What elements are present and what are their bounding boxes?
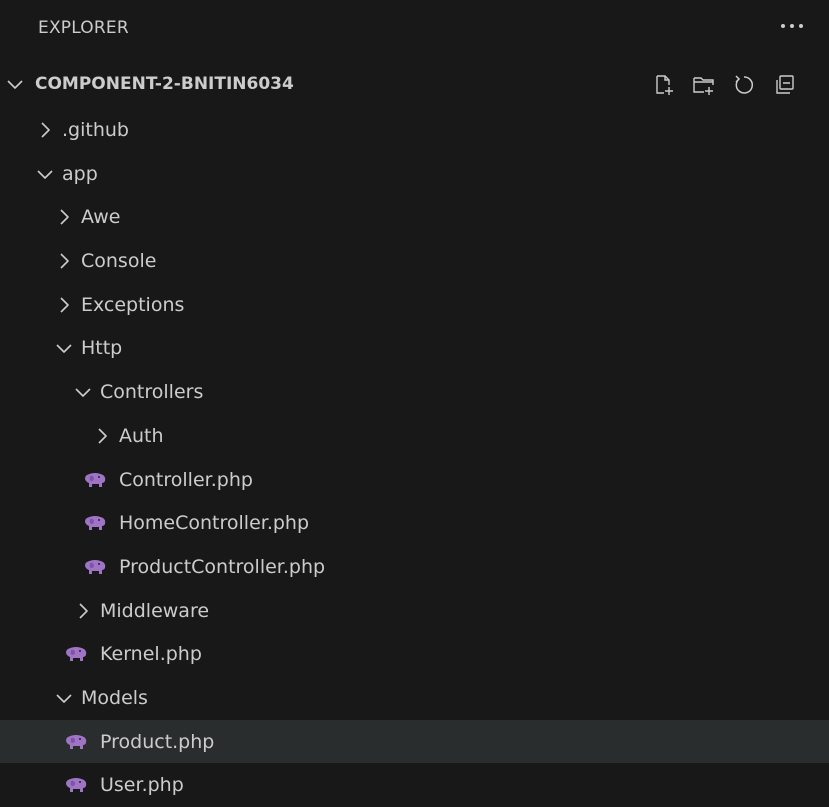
folder-row[interactable]: Models <box>0 676 829 720</box>
ellipsis-icon[interactable] <box>772 8 812 44</box>
folder-label: Http <box>81 337 123 360</box>
folder-row[interactable]: Middleware <box>0 589 829 633</box>
php-elephant-icon <box>85 559 106 574</box>
explorer-header: EXPLORER <box>0 0 829 62</box>
chevron-right-icon <box>79 602 88 619</box>
folder-label: Controllers <box>100 381 204 404</box>
explorer-panel: EXPLORER COMPONENT-2-BNITIN6034 .github … <box>0 0 829 807</box>
file-row[interactable]: HomeController.php <box>0 501 829 545</box>
chevron-down-icon <box>75 388 91 397</box>
chevron-right-icon <box>60 297 69 313</box>
php-elephant-icon <box>66 734 87 749</box>
folder-row[interactable]: Awe <box>0 195 829 239</box>
chevron-down-icon <box>56 694 72 703</box>
file-label: Kernel.php <box>100 643 202 666</box>
refresh-icon <box>735 75 753 94</box>
file-label: HomeController.php <box>119 512 310 535</box>
new-folder-button[interactable] <box>688 70 720 100</box>
workspace-title: COMPONENT-2-BNITIN6034 <box>35 74 294 94</box>
php-elephant-icon <box>66 778 87 793</box>
chevron-down-icon <box>37 170 53 179</box>
folder-label: Auth <box>119 424 164 447</box>
file-row[interactable]: User.php <box>0 763 829 807</box>
folder-row[interactable]: Auth <box>0 414 829 458</box>
chevron-down-icon <box>7 80 23 89</box>
folder-label: Exceptions <box>81 293 185 316</box>
collapse-all-button[interactable] <box>768 70 800 100</box>
file-row[interactable]: ProductController.php <box>0 545 829 589</box>
file-tree: .github app Awe Console Exceptions Http Contro… <box>0 108 829 807</box>
folder-row[interactable]: Http <box>0 326 829 370</box>
php-elephant-icon <box>85 472 106 487</box>
new-folder-icon <box>693 77 714 95</box>
folder-row[interactable]: app <box>0 152 829 196</box>
folder-row[interactable]: Controllers <box>0 370 829 414</box>
folder-label: Awe <box>81 206 121 229</box>
chevron-right-icon <box>98 428 107 444</box>
new-file-icon <box>656 75 673 95</box>
folder-label: Console <box>81 250 157 273</box>
chevron-right-icon <box>60 209 69 225</box>
workspace-section-header[interactable]: COMPONENT-2-BNITIN6034 <box>0 62 829 106</box>
folder-row[interactable]: Console <box>0 239 829 283</box>
refresh-button[interactable] <box>728 70 760 100</box>
php-elephant-icon <box>85 516 106 531</box>
collapse-all-icon <box>776 75 794 94</box>
chevron-down-icon <box>56 344 72 354</box>
file-row[interactable]: Product.php <box>0 719 829 764</box>
new-file-button[interactable] <box>648 70 680 100</box>
section-toolbar <box>648 70 800 100</box>
file-label: User.php <box>100 774 184 797</box>
file-label: ProductController.php <box>119 555 326 578</box>
chevron-right-icon <box>60 253 69 269</box>
folder-label: .github <box>62 119 129 141</box>
file-label: Product.php <box>100 730 215 753</box>
file-label: Controller.php <box>119 468 253 491</box>
folder-row[interactable]: Exceptions <box>0 283 829 327</box>
folder-label: app <box>62 162 98 185</box>
folder-row[interactable]: .github <box>0 108 829 152</box>
chevron-right-icon <box>41 122 50 138</box>
php-elephant-icon <box>66 647 87 662</box>
folder-label: Models <box>81 686 148 709</box>
explorer-title: EXPLORER <box>38 18 129 38</box>
folder-label: Middleware <box>100 599 210 622</box>
file-row[interactable]: Kernel.php <box>0 632 829 676</box>
file-row[interactable]: Controller.php <box>0 458 829 502</box>
